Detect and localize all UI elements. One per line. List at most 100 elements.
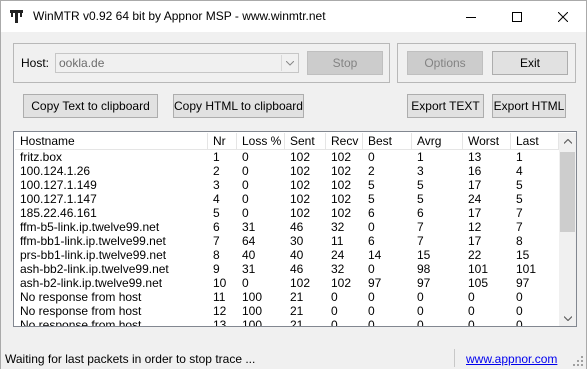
table-row[interactable]: 100.124.1.26 2 0 102 102 2 3 16 4: [15, 164, 559, 178]
cell-avrg: 0: [417, 290, 424, 304]
copy-html-button[interactable]: Copy HTML to clipboard: [173, 94, 304, 118]
column-header-loss[interactable]: Loss %: [237, 133, 285, 150]
trace-results-list[interactable]: Hostname Nr Loss % Sent Recv Best Avrg W…: [13, 131, 577, 327]
cell-loss: 0: [242, 206, 249, 220]
table-row[interactable]: ffm-bb1-link.ip.twelve99.net 7 64 30 11 6 7 17 8: [15, 234, 559, 248]
stop-button[interactable]: Stop: [307, 51, 383, 75]
cell-best: 97: [368, 276, 382, 290]
table-row[interactable]: 100.127.1.149 3 0 102 102 5 5 17 5: [15, 178, 559, 192]
cell-worst: 0: [468, 318, 475, 327]
maximize-button[interactable]: [494, 1, 540, 32]
cell-avrg: 0: [417, 304, 424, 318]
vertical-scrollbar[interactable]: [559, 133, 576, 326]
column-header-nr[interactable]: Nr: [208, 133, 237, 150]
table-row[interactable]: ash-bb2-link.ip.twelve99.net 9 31 46 32 0 98 10…: [15, 262, 559, 276]
cell-avrg: 97: [417, 276, 431, 290]
cell-sent: 102: [290, 150, 311, 164]
appnor-link[interactable]: www.appnor.com: [466, 352, 557, 366]
cell-sent: 30: [290, 234, 304, 248]
host-combobox[interactable]: ookla.de: [55, 53, 299, 73]
table-row[interactable]: ffm-b5-link.ip.twelve99.net 6 31 46 32 0 7 12 7: [15, 220, 559, 234]
cell-loss: 0: [242, 178, 249, 192]
cell-loss: 100: [242, 290, 263, 304]
table-row[interactable]: 100.127.1.147 4 0 102 102 5 5 24 5: [15, 192, 559, 206]
cell-recv: 24: [331, 248, 345, 262]
cell-last: 7: [516, 206, 523, 220]
cell-hostname: 100.127.1.147: [20, 192, 97, 206]
export-html-button[interactable]: Export HTML: [492, 94, 566, 118]
column-header-worst[interactable]: Worst: [463, 133, 511, 150]
cell-avrg: 98: [417, 262, 431, 276]
host-dropdown-button[interactable]: [281, 55, 297, 71]
cell-last: 97: [516, 276, 530, 290]
table-row[interactable]: No response from host 11 100 21 0 0 0 0 0: [15, 290, 559, 304]
options-button[interactable]: Options: [407, 51, 483, 75]
column-header-last[interactable]: Last: [511, 133, 559, 150]
cell-best: 6: [368, 206, 375, 220]
table-row[interactable]: 185.22.46.161 5 0 102 102 6 6 17 7: [15, 206, 559, 220]
copy-text-button[interactable]: Copy Text to clipboard: [23, 94, 158, 118]
cell-loss: 31: [242, 220, 256, 234]
cell-loss: 100: [242, 304, 263, 318]
cell-loss: 0: [242, 192, 249, 206]
table-row[interactable]: No response from host 13 100 21 0 0 0 0 0: [15, 318, 559, 327]
minimize-button[interactable]: [448, 1, 494, 32]
column-header-best[interactable]: Best: [363, 133, 412, 150]
cell-sent: 21: [290, 304, 304, 318]
cell-sent: 21: [290, 318, 304, 327]
minimize-icon: [466, 16, 476, 18]
cell-hostname: fritz.box: [20, 150, 63, 164]
cell-recv: 102: [331, 192, 352, 206]
close-icon: [558, 11, 568, 22]
cell-hostname: No response from host: [20, 318, 142, 327]
cell-sent: 40: [290, 248, 304, 262]
scroll-thumb[interactable]: [560, 152, 575, 232]
cell-worst: 24: [468, 192, 482, 206]
cell-sent: 102: [290, 206, 311, 220]
resize-grip-icon[interactable]: [572, 355, 584, 367]
table-row[interactable]: fritz.box 1 0 102 102 0 1 13 1: [15, 150, 559, 164]
column-header-avrg[interactable]: Avrg: [412, 133, 463, 150]
cell-sent: 21: [290, 290, 304, 304]
export-text-button[interactable]: Export TEXT: [407, 94, 484, 118]
list-body: fritz.box 1 0 102 102 0 1 13 1 100.124.1.26 2 0 102 1…: [15, 150, 559, 327]
cell-best: 5: [368, 178, 375, 192]
maximize-icon: [512, 11, 522, 22]
cell-worst: 105: [468, 276, 489, 290]
winmtr-window: WinMTR v0.92 64 bit by Appnor MSP - www.…: [0, 0, 587, 369]
scroll-up-button[interactable]: [559, 133, 576, 150]
title-bar[interactable]: WinMTR v0.92 64 bit by Appnor MSP - www.…: [1, 1, 586, 32]
cell-avrg: 7: [417, 220, 424, 234]
cell-avrg: 15: [417, 248, 431, 262]
cell-recv: 102: [331, 206, 352, 220]
cell-best: 14: [368, 248, 382, 262]
exit-button[interactable]: Exit: [492, 51, 568, 75]
cell-best: 6: [368, 234, 375, 248]
scroll-down-button[interactable]: [559, 310, 576, 326]
cell-best: 0: [368, 220, 375, 234]
cell-avrg: 0: [417, 318, 424, 327]
cell-hostname: 185.22.46.161: [20, 206, 97, 220]
status-bar: Waiting for last packets in order to sto…: [1, 347, 586, 369]
cell-avrg: 5: [417, 192, 424, 206]
table-row[interactable]: ash-b2-link.ip.twelve99.net 10 0 102 102 97 97…: [15, 276, 559, 290]
cell-last: 15: [516, 248, 530, 262]
column-header-sent[interactable]: Sent: [285, 133, 326, 150]
column-header-hostname[interactable]: Hostname: [15, 133, 208, 150]
cell-nr: 11: [213, 290, 226, 304]
cell-recv: 32: [331, 262, 345, 276]
cell-last: 8: [516, 234, 523, 248]
close-button[interactable]: [540, 1, 586, 32]
cell-nr: 1: [213, 150, 220, 164]
cell-loss: 0: [242, 164, 249, 178]
cell-nr: 10: [213, 276, 227, 290]
cell-worst: 22: [468, 248, 482, 262]
table-row[interactable]: No response from host 12 100 21 0 0 0 0 0: [15, 304, 559, 318]
table-row[interactable]: prs-bb1-link.ip.twelve99.net 8 40 40 24 14 15 2…: [15, 248, 559, 262]
chevron-down-icon: [563, 316, 572, 321]
column-header-recv[interactable]: Recv: [326, 133, 363, 150]
status-text: Waiting for last packets in order to sto…: [5, 352, 256, 366]
cell-nr: 12: [213, 304, 227, 318]
cell-best: 0: [368, 150, 375, 164]
cell-hostname: No response from host: [20, 304, 142, 318]
